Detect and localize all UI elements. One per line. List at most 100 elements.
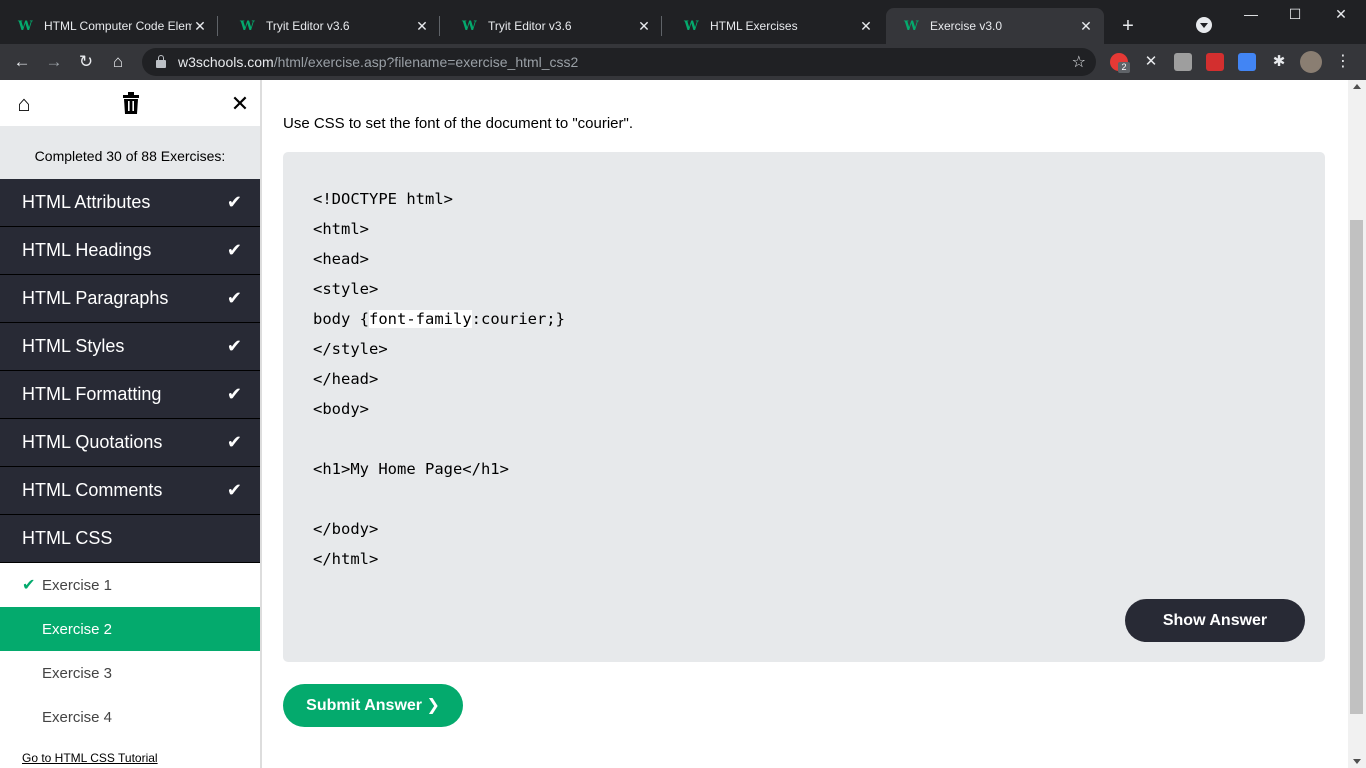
scroll-up-icon[interactable] [1353,84,1361,89]
page-scrollbar[interactable] [1348,80,1366,768]
exercise-label: Exercise 3 [42,664,113,682]
window-close-icon[interactable]: ✕ [1318,6,1364,26]
exercise-item-4[interactable]: Exercise 4 [0,695,260,739]
code-block: <!DOCTYPE html> <html> <head> <style> bo… [313,184,565,574]
tab-close-icon[interactable]: ✕ [1078,18,1094,35]
close-icon[interactable]: ✕ [228,92,252,116]
browser-toolbar: ← → ↻ ⌂ w3schools.com/html/exercise.asp?… [0,44,1366,80]
url-host: w3schools.com [178,54,274,70]
code-line: </body> [313,520,379,538]
sidebar-topic-html-formatting[interactable]: HTML Formatting ✔ [0,371,260,419]
topic-label: HTML Formatting [22,384,162,404]
answer-input[interactable]: font-family [369,310,472,328]
w3schools-favicon-icon: W [684,18,699,34]
browser-tab[interactable]: W HTML Exercises ✕ [666,8,884,44]
sidebar-topic-html-headings[interactable]: HTML Headings ✔ [0,227,260,275]
tab-title: Exercise v3.0 [930,19,1003,33]
sidebar-topic-html-attributes[interactable]: HTML Attributes ✔ [0,179,260,227]
tutorial-link[interactable]: Go to HTML CSS Tutorial [22,751,158,765]
exercise-main: Use CSS to set the font of the document … [263,80,1348,768]
page-content: ⌂ ✕ Completed 30 of 88 Exercises: HTML A… [0,80,1366,768]
checkmark-icon: ✔ [226,336,242,356]
maximize-icon[interactable]: ☐ [1272,6,1318,26]
topic-label: HTML Headings [22,240,152,260]
browser-tab-bar: W HTML Computer Code Eleme ✕ W Tryit Edi… [0,0,1366,44]
home-icon[interactable]: ⌂ [106,50,130,74]
home-icon[interactable]: ⌂ [12,92,36,116]
topic-label: HTML Quotations [22,432,163,452]
scroll-down-icon[interactable] [1353,759,1361,764]
mute-tab-icon[interactable]: ✕ [1142,53,1160,71]
extension-icon[interactable] [1206,53,1224,71]
checkmark-icon: ✔ [226,480,242,500]
sidebar-topic-html-styles[interactable]: HTML Styles ✔ [0,323,260,371]
forward-arrow-icon[interactable]: → [42,50,66,74]
code-line: <h1>My Home Page</h1> [313,460,509,478]
browser-tab[interactable]: W Tryit Editor v3.6 ✕ [222,8,440,44]
sidebar-topic-html-comments[interactable]: HTML Comments ✔ [0,467,260,515]
sidebar-toolbar: ⌂ ✕ [0,80,260,126]
browser-tab[interactable]: W Tryit Editor v3.6 ✕ [444,8,662,44]
tab-title: HTML Exercises [710,19,798,33]
code-editor: <!DOCTYPE html> <html> <head> <style> bo… [283,152,1325,662]
w3schools-favicon-icon: W [462,18,477,34]
code-text: :courier;} [471,310,565,328]
topic-label: HTML CSS [22,528,113,548]
code-line: body {font-family:courier;} [313,304,565,334]
tab-title: HTML Computer Code Eleme [44,19,192,33]
show-answer-button[interactable]: Show Answer [1125,599,1305,642]
checkmark-icon: ✔ [226,192,242,212]
tab-close-icon[interactable]: ✕ [192,18,208,35]
lock-icon[interactable] [156,55,166,68]
topic-label: HTML Attributes [22,192,151,212]
address-bar[interactable]: w3schools.com/html/exercise.asp?filename… [142,48,1096,76]
code-line: </style> [313,340,388,358]
sidebar-topic-html-paragraphs[interactable]: HTML Paragraphs ✔ [0,275,260,323]
w3schools-favicon-icon: W [18,18,33,34]
exercise-sidebar: ⌂ ✕ Completed 30 of 88 Exercises: HTML A… [0,80,262,768]
checkmark-icon: ✔ [22,577,36,594]
reload-icon[interactable]: ↻ [74,50,98,74]
new-tab-icon[interactable]: + [1116,14,1140,38]
minimize-icon[interactable]: — [1228,6,1274,26]
exercise-label: Exercise 4 [42,708,113,726]
code-line: </html> [313,550,379,568]
code-line: <body> [313,400,369,418]
back-arrow-icon[interactable]: ← [10,50,34,74]
exercise-item-2[interactable]: Exercise 2 [0,607,260,651]
bookmark-star-icon[interactable]: ☆ [1072,52,1086,72]
tab-search-icon[interactable] [1196,17,1212,33]
w3schools-favicon-icon: W [904,18,919,34]
extension-icon[interactable] [1238,53,1256,71]
extension-badge: 2 [1118,62,1130,73]
sidebar-topic-html-quotations[interactable]: HTML Quotations ✔ [0,419,260,467]
code-text: body { [313,310,369,328]
browser-menu-icon[interactable]: ⋮ [1334,53,1352,71]
browser-tab[interactable]: W HTML Computer Code Eleme ✕ [0,8,218,44]
exercise-item-3[interactable]: Exercise 3 [0,651,260,695]
exercise-label: Exercise 2 [42,620,113,638]
tab-close-icon[interactable]: ✕ [414,18,430,35]
browser-tab-active[interactable]: W Exercise v3.0 ✕ [886,8,1104,44]
code-line: <head> [313,250,369,268]
code-line: <!DOCTYPE html> [313,190,453,208]
trash-icon[interactable] [119,92,143,116]
extension-icon[interactable] [1174,53,1192,71]
exercise-item-1[interactable]: ✔ Exercise 1 [0,563,260,607]
tab-title: Tryit Editor v3.6 [488,19,572,33]
topic-label: HTML Paragraphs [22,288,169,308]
extensions-puzzle-icon[interactable]: ✱ [1270,53,1288,71]
scroll-thumb[interactable] [1350,220,1363,714]
code-line: </head> [313,370,379,388]
sidebar-topic-html-css[interactable]: HTML CSS [0,515,260,563]
url-path: /html/exercise.asp?filename=exercise_htm… [273,54,579,70]
exercise-label: Exercise 1 [42,576,113,594]
checkmark-icon: ✔ [226,432,242,452]
profile-avatar[interactable] [1300,51,1322,73]
tab-close-icon[interactable]: ✕ [858,18,874,35]
exercise-instruction: Use CSS to set the font of the document … [283,115,633,132]
submit-answer-button[interactable]: Submit Answer ❯ [283,684,463,727]
tab-close-icon[interactable]: ✕ [636,18,652,35]
